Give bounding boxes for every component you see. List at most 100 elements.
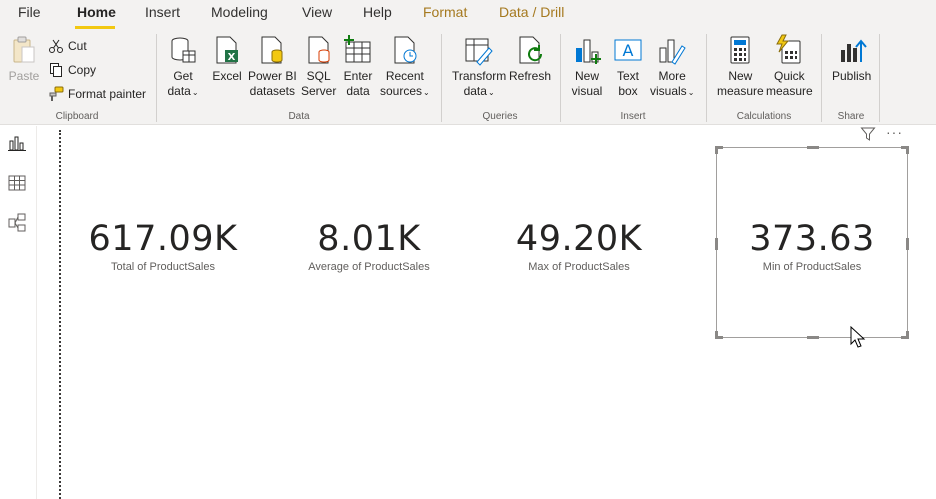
card-label: Max of ProductSales [528, 261, 630, 273]
transform-data-label: Transform data⌄ [452, 69, 507, 98]
svg-text:A: A [623, 41, 634, 60]
tab-format[interactable]: Format [423, 4, 467, 20]
recent-sources-button[interactable]: Recent sources⌄ [380, 34, 430, 100]
resize-handle[interactable] [715, 238, 718, 250]
enter-data-label: Enter data [343, 69, 373, 98]
scissors-icon [49, 39, 63, 53]
new-visual-button[interactable]: New visual [571, 34, 603, 99]
resize-handle[interactable] [906, 331, 909, 339]
table-plus-icon [344, 35, 371, 63]
resize-handle[interactable] [906, 238, 909, 250]
resize-handle[interactable] [715, 146, 718, 154]
group-divider [821, 34, 822, 122]
copy-icon [50, 63, 62, 77]
card-value: 49.20K [515, 219, 643, 259]
refresh-icon [519, 36, 543, 64]
more-options-button[interactable]: ··· [886, 124, 903, 140]
copy-button[interactable]: Copy [48, 60, 96, 80]
new-measure-button[interactable]: New measure [717, 34, 764, 99]
card-visual-max[interactable]: 49.20K Max of ProductSales [479, 215, 679, 273]
paste-icon [13, 36, 35, 63]
excel-button[interactable]: X Excel [211, 34, 243, 84]
format-painter-label: Format painter [68, 87, 147, 101]
canvas-page-boundary [59, 130, 61, 499]
copy-label: Copy [68, 63, 97, 77]
excel-label: Excel [212, 69, 242, 83]
calculator-icon [730, 36, 750, 64]
recent-sources-label: Recent sources⌄ [380, 69, 430, 98]
transform-icon [465, 38, 493, 66]
quick-measure-icon [776, 34, 801, 64]
cut-label: Cut [68, 39, 87, 53]
text-box-label: Text box [616, 69, 639, 98]
group-divider [156, 34, 157, 122]
paintbrush-icon [49, 86, 64, 101]
calculations-group-label: Calculations [736, 111, 792, 122]
refresh-label: Refresh [509, 69, 552, 83]
format-painter-button[interactable]: Format painter [48, 84, 146, 104]
resize-handle[interactable] [807, 336, 819, 339]
tab-home[interactable]: Home [77, 4, 116, 20]
insert-group-label: Insert [620, 111, 646, 122]
tab-view[interactable]: View [302, 4, 332, 20]
queries-group-label: Queries [482, 111, 518, 122]
card-visual-total[interactable]: 617.09K Total of ProductSales [63, 215, 263, 273]
tab-modeling[interactable]: Modeling [211, 4, 268, 20]
card-value: 8.01K [317, 219, 421, 259]
quick-measure-label: Quick measure [766, 69, 813, 98]
mouse-pointer-icon [850, 326, 866, 348]
excel-icon: X [216, 36, 238, 64]
new-visual-label: New visual [571, 69, 603, 98]
card-value: 617.09K [88, 219, 238, 259]
text-box-button[interactable]: A Text box [612, 34, 644, 99]
group-divider [706, 34, 707, 122]
tab-help[interactable]: Help [363, 4, 392, 20]
clipboard-group-label: Clipboard [55, 111, 99, 122]
paste-button[interactable]: Paste [8, 34, 40, 84]
database-icon [171, 37, 196, 63]
share-group-label: Share [837, 111, 865, 122]
cut-button[interactable]: Cut [48, 36, 87, 56]
tab-data-drill[interactable]: Data / Drill [499, 4, 564, 20]
sql-server-button[interactable]: SQL Server [301, 34, 336, 99]
powerbi-datasets-label: Power BI datasets [248, 69, 297, 98]
publish-icon [840, 39, 867, 62]
paste-label: Paste [8, 69, 40, 83]
filter-icon[interactable] [860, 126, 876, 142]
tab-insert[interactable]: Insert [145, 4, 180, 20]
visual-selection-frame[interactable] [715, 146, 909, 339]
resize-handle[interactable] [906, 146, 909, 154]
sql-server-label: SQL Server [301, 69, 337, 98]
more-visuals-button[interactable]: More visuals⌄ [650, 34, 694, 100]
text-box-icon: A [614, 39, 642, 61]
sql-server-icon [308, 36, 330, 64]
svg-text:X: X [228, 52, 236, 63]
report-view-icon[interactable] [7, 133, 27, 153]
ribbon-tab-bar: File Home Insert Modeling View Help Form… [0, 0, 936, 30]
publish-button[interactable]: Publish [832, 34, 871, 84]
ribbon: Paste Cut Copy Format painter Clipboard [0, 30, 936, 125]
model-view-icon[interactable] [7, 213, 27, 233]
quick-measure-button[interactable]: Quick measure [766, 34, 813, 99]
new-visual-icon [576, 39, 601, 64]
group-divider [560, 34, 561, 122]
tab-file[interactable]: File [18, 4, 41, 20]
refresh-button[interactable]: Refresh [509, 34, 551, 84]
more-visuals-label: More visuals⌄ [650, 69, 695, 98]
publish-label: Publish [832, 69, 872, 83]
resize-handle[interactable] [807, 146, 819, 149]
data-group-label: Data [288, 111, 310, 122]
powerbi-datasets-button[interactable]: Power BI datasets [248, 34, 297, 99]
get-data-button[interactable]: Get data⌄ [167, 34, 199, 100]
data-view-icon[interactable] [7, 173, 27, 193]
new-measure-label: New measure [717, 69, 764, 98]
powerbi-dataset-icon [261, 36, 283, 64]
group-divider [879, 34, 880, 122]
active-tab-indicator [75, 26, 115, 29]
card-visual-average[interactable]: 8.01K Average of ProductSales [269, 215, 469, 273]
enter-data-button[interactable]: Enter data [342, 34, 374, 99]
recent-clock-icon [394, 36, 417, 64]
card-label: Average of ProductSales [308, 261, 430, 273]
resize-handle[interactable] [715, 331, 718, 339]
transform-data-button[interactable]: Transform data⌄ [452, 34, 506, 100]
